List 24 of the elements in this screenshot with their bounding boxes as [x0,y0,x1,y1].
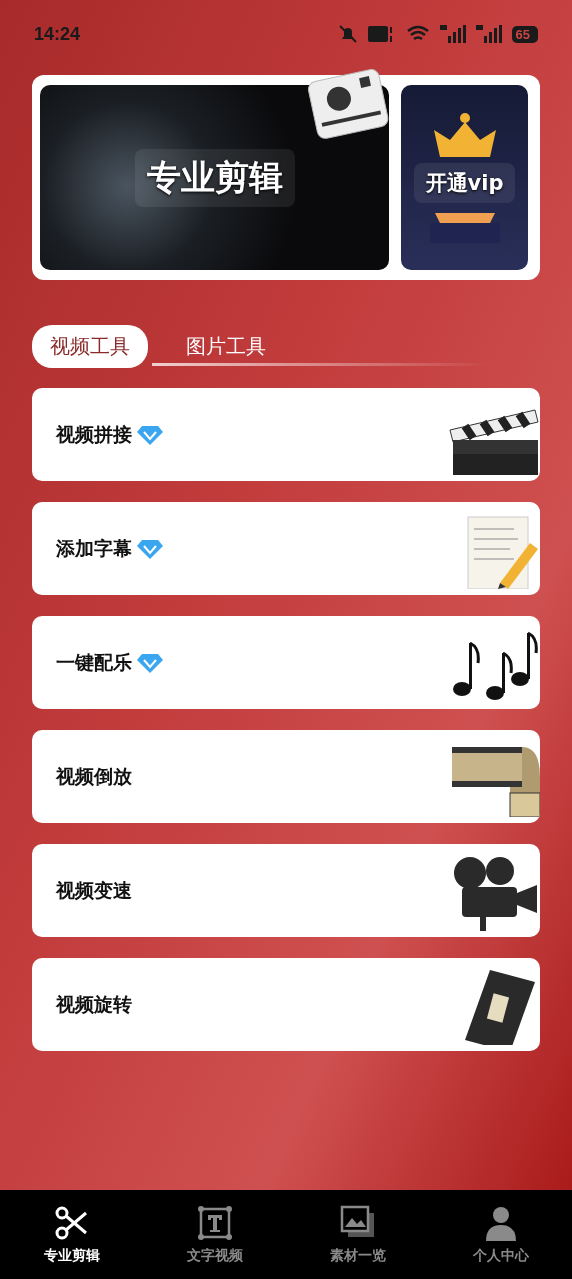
tool-label: 视频拼接 [56,421,132,447]
tool-label: 视频变速 [56,877,132,903]
tool-card[interactable]: 视频变速 [32,844,540,937]
tool-card[interactable]: 视频倒放 [32,730,540,823]
status-time: 14:24 [34,23,81,45]
tool-card[interactable]: 一键配乐 [32,616,540,709]
tool-label: 一键配乐 [56,649,132,675]
tool-label: 视频旋转 [56,991,132,1017]
battery-indicator: 65 [511,25,538,43]
tool-label: 添加字幕 [56,535,132,561]
tab[interactable]: 图片工具 [168,325,284,368]
tool-card[interactable]: 视频拼接 [32,388,540,481]
nav-tab[interactable]: 素材一览 [286,1190,429,1279]
tool-card[interactable]: 视频旋转 [32,958,540,1051]
vip-banner[interactable]: 开通vip [401,85,528,270]
nav-tab[interactable]: 专业剪辑 [0,1190,143,1279]
tool-card[interactable]: 添加字幕 [32,502,540,595]
nav-tab[interactable]: 文字视频 [143,1190,286,1279]
vip-title: 开通vip [413,163,516,203]
tab[interactable]: 视频工具 [32,325,148,368]
nav-tab[interactable]: 个人中心 [429,1190,572,1279]
projector-banner[interactable]: 专业剪辑 [40,85,389,270]
banner-title: 专业剪辑 [134,148,295,207]
tool-label: 视频倒放 [56,763,132,789]
